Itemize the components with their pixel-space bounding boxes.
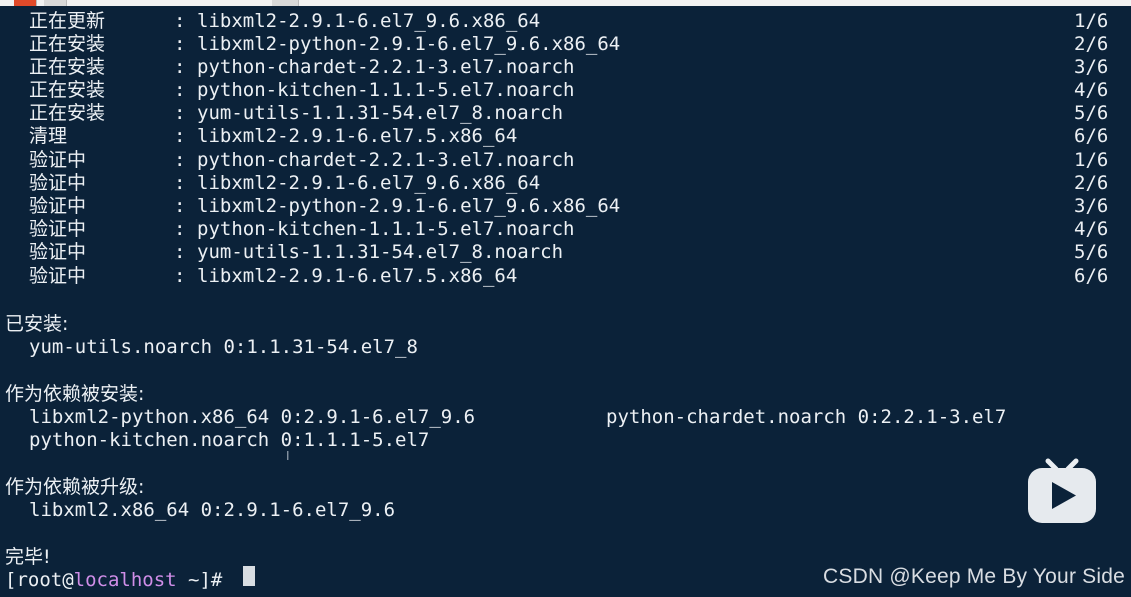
op-label: 清理 (29, 125, 68, 147)
progress-count: 2/6 (1074, 172, 1109, 194)
colon: : (174, 265, 186, 287)
package-name: libxml2-python-2.9.1-6.el7_9.6.x86_64 (197, 195, 621, 217)
op-label: 验证中 (29, 241, 87, 263)
progress-count: 3/6 (1074, 195, 1109, 217)
colon: : (174, 125, 186, 147)
section-heading-dependency-installed: 作为依赖被安装: (5, 383, 145, 405)
prompt-hostname: localhost (73, 569, 177, 591)
prompt-rest: ~]# (176, 569, 223, 591)
colon: : (174, 10, 186, 32)
colon: : (174, 33, 186, 55)
terminal-cursor (243, 566, 255, 586)
terminal-window[interactable]: 正在更新 : libxml2-2.9.1-6.el7_9.6.x86_64 1/… (0, 6, 1131, 597)
op-label: 验证中 (29, 172, 87, 194)
progress-count: 4/6 (1074, 79, 1109, 101)
package-name: libxml2-2.9.1-6.el7_9.6.x86_64 (197, 172, 541, 194)
op-label: 正在安装 (29, 79, 106, 101)
installed-package: yum-utils.noarch 0:1.1.31-54.el7_8 (29, 336, 418, 358)
updated-package: libxml2.x86_64 0:2.9.1-6.el7_9.6 (29, 499, 396, 521)
csdn-watermark: CSDN @Keep Me By Your Side (823, 565, 1125, 588)
colon: : (174, 241, 186, 263)
package-name: libxml2-python-2.9.1-6.el7_9.6.x86_64 (197, 33, 621, 55)
package-name: python-chardet-2.2.1-3.el7.noarch (197, 56, 575, 78)
shell-prompt[interactable]: [root@localhost ~]# (5, 569, 222, 592)
op-label: 验证中 (29, 218, 87, 240)
dependency-package: python-chardet.noarch 0:2.2.1-3.el7 (606, 406, 1007, 428)
package-name: python-kitchen-1.1.1-5.el7.noarch (197, 79, 575, 101)
colon: : (174, 172, 186, 194)
package-name: libxml2-2.9.1-6.el7.5.x86_64 (197, 125, 518, 147)
progress-count: 5/6 (1074, 241, 1109, 263)
colon: : (174, 195, 186, 217)
op-label: 正在安装 (29, 102, 106, 124)
progress-count: 1/6 (1074, 10, 1109, 32)
package-name: python-chardet-2.2.1-3.el7.noarch (197, 149, 575, 171)
package-name: libxml2-2.9.1-6.el7.5.x86_64 (197, 265, 518, 287)
bilibili-tv-play-icon[interactable] (1026, 457, 1098, 525)
colon: : (174, 56, 186, 78)
op-label: 验证中 (29, 195, 87, 217)
text-cursor-icon: I (286, 449, 290, 463)
colon: : (174, 218, 186, 240)
op-label: 验证中 (29, 149, 87, 171)
progress-count: 1/6 (1074, 149, 1109, 171)
progress-count: 4/6 (1074, 218, 1109, 240)
section-heading-dependency-updated: 作为依赖被升级: (5, 476, 145, 498)
progress-count: 6/6 (1074, 265, 1109, 287)
complete-message: 完毕! (5, 546, 51, 568)
colon: : (174, 102, 186, 124)
progress-count: 5/6 (1074, 102, 1109, 124)
package-name: yum-utils-1.1.31-54.el7_8.noarch (197, 241, 564, 263)
progress-count: 6/6 (1074, 125, 1109, 147)
package-name: libxml2-2.9.1-6.el7_9.6.x86_64 (197, 10, 541, 32)
section-heading-installed: 已安装: (5, 313, 69, 335)
op-label: 验证中 (29, 265, 87, 287)
op-label: 正在更新 (29, 10, 106, 32)
dependency-package: python-kitchen.noarch 0:1.1.1-5.el7 (29, 429, 430, 451)
op-label: 正在安装 (29, 56, 106, 78)
op-label: 正在安装 (29, 33, 106, 55)
prompt-open: [root@ (5, 569, 74, 591)
progress-count: 2/6 (1074, 33, 1109, 55)
dependency-package: libxml2-python.x86_64 0:2.9.1-6.el7_9.6 (29, 406, 476, 428)
package-name: yum-utils-1.1.31-54.el7_8.noarch (197, 102, 564, 124)
colon: : (174, 149, 186, 171)
progress-count: 3/6 (1074, 56, 1109, 78)
colon: : (174, 79, 186, 101)
package-name: python-kitchen-1.1.1-5.el7.noarch (197, 218, 575, 240)
